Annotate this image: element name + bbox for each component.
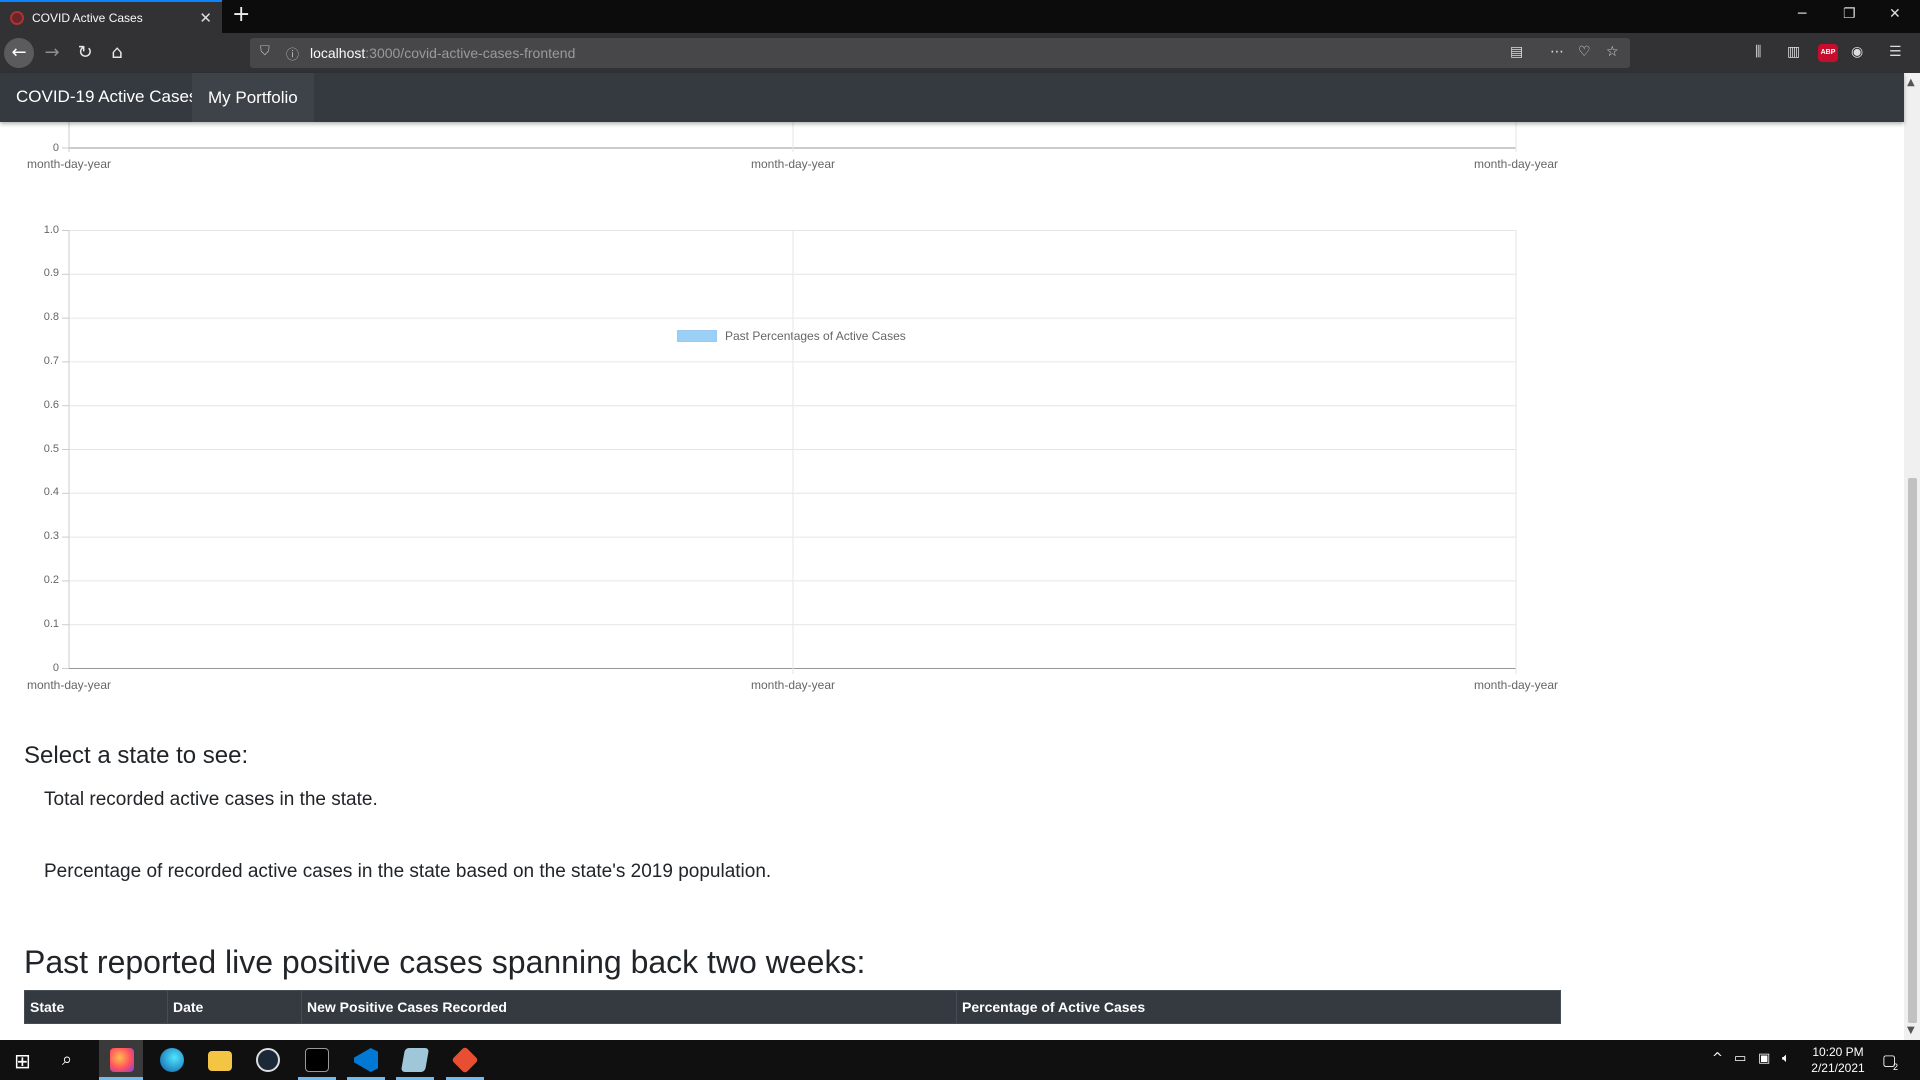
scroll-up-icon[interactable]: ▲ bbox=[1907, 77, 1915, 88]
tab-title: COVID Active Cases bbox=[32, 10, 143, 25]
page-content: 0 month-day-year month-day-year month-da… bbox=[0, 122, 1904, 1040]
pocket-icon[interactable]: ♡ bbox=[1578, 44, 1591, 60]
vscode-icon[interactable] bbox=[354, 1048, 378, 1072]
column-header-state[interactable]: State bbox=[25, 991, 168, 1023]
back-button[interactable]: ← bbox=[4, 38, 34, 68]
table-header-row: State Date New Positive Cases Recorded P… bbox=[24, 990, 1561, 1024]
x-tick-label: month-day-year bbox=[1473, 678, 1559, 692]
volume-icon[interactable]: 🔈︎ bbox=[1782, 1051, 1790, 1066]
bookmark-star-icon[interactable]: ☆ bbox=[1606, 44, 1619, 60]
percent-chart: Past Percentages of Active Cases 1.0 0.9 0… bbox=[0, 122, 1600, 722]
library-icon[interactable]: ⫼ bbox=[1755, 44, 1761, 60]
git-gui-icon[interactable] bbox=[451, 1046, 479, 1074]
page-actions-icon[interactable]: ⋯ bbox=[1550, 44, 1564, 60]
back-arrow-icon: ← bbox=[11, 42, 27, 63]
column-header-percentage[interactable]: Percentage of Active Cases bbox=[957, 991, 1560, 1023]
past-cases-heading: Past reported live positive cases spanni… bbox=[24, 944, 866, 980]
navbar-brand[interactable]: COVID-19 Active Cases bbox=[16, 87, 197, 107]
url-bar[interactable]: ⛉ ⓘ localhost:3000/covid-active-cases-fr… bbox=[250, 38, 1630, 68]
site-favicon-icon bbox=[10, 10, 24, 25]
notepad-icon[interactable] bbox=[400, 1048, 430, 1072]
reload-button[interactable]: ↻ bbox=[74, 42, 96, 64]
url-text[interactable]: localhost:3000/covid-active-cases-fronte… bbox=[310, 45, 575, 61]
column-header-date[interactable]: Date bbox=[168, 991, 302, 1023]
y-tick-label: 0.8 bbox=[43, 311, 59, 324]
windows-start-icon[interactable]: ⊞ bbox=[14, 1049, 31, 1073]
clock-time: 10:20 PM bbox=[1812, 1045, 1864, 1059]
site-navbar: COVID-19 Active Cases My Portfolio bbox=[0, 73, 1904, 122]
x-tick-label: month-day-year bbox=[26, 678, 112, 692]
y-tick-label: 0.7 bbox=[43, 354, 59, 367]
total-cases-text: Total recorded active cases in the state… bbox=[44, 789, 378, 810]
clock-date: 2/21/2021 bbox=[1811, 1061, 1865, 1075]
menu-icon[interactable]: ☰ bbox=[1889, 44, 1902, 60]
reload-icon: ↻ bbox=[77, 42, 93, 63]
restore-button[interactable]: ❐ bbox=[1843, 6, 1856, 22]
tray-chevron-icon[interactable]: ^ bbox=[1712, 1051, 1723, 1066]
select-state-heading: Select a state to see: bbox=[24, 742, 249, 769]
info-icon[interactable]: ⓘ bbox=[286, 44, 299, 63]
x-tick-label: month-day-year bbox=[750, 678, 836, 692]
edge-icon[interactable] bbox=[160, 1048, 184, 1072]
minimize-button[interactable]: ─ bbox=[1798, 6, 1806, 22]
shield-icon[interactable]: ⛉ bbox=[260, 44, 270, 59]
y-tick-label: 0.1 bbox=[43, 617, 59, 630]
windows-taskbar: ⊞ ⌕ ^ ▭ ▣ 🔈︎ 10:20 PM 2/21/2021 ▢ 2 bbox=[0, 1040, 1920, 1080]
y-tick-label: 0.9 bbox=[43, 267, 59, 280]
percent-chart-svg bbox=[62, 230, 1517, 674]
page-scrollbar[interactable]: ▲ ▼ bbox=[1904, 73, 1920, 1040]
forward-button[interactable]: → bbox=[41, 42, 63, 64]
y-tick-label: 0.3 bbox=[43, 530, 59, 543]
file-explorer-icon[interactable] bbox=[208, 1051, 232, 1071]
percentage-text: Percentage of recorded active cases in t… bbox=[44, 861, 772, 882]
y-tick-label: 0 bbox=[52, 661, 59, 674]
close-window-button[interactable]: ✕ bbox=[1889, 6, 1901, 22]
y-tick-label: 0.4 bbox=[43, 486, 59, 499]
account-icon[interactable]: ◉ bbox=[1851, 44, 1863, 60]
taskbar-clock[interactable]: 10:20 PM 2/21/2021 bbox=[1802, 1044, 1874, 1076]
y-tick-label: 0.5 bbox=[43, 442, 59, 455]
browser-tab-bar: COVID Active Cases ✕ + ─ ❐ ✕ bbox=[0, 0, 1920, 33]
y-tick-label: 1.0 bbox=[43, 223, 59, 236]
notification-count: 2 bbox=[1893, 1062, 1899, 1072]
home-button[interactable]: ⌂ bbox=[106, 42, 128, 64]
steam-icon[interactable] bbox=[256, 1048, 280, 1072]
scrollbar-thumb[interactable] bbox=[1908, 478, 1917, 1023]
firefox-icon[interactable] bbox=[110, 1048, 134, 1072]
network-icon[interactable]: ▭ bbox=[1734, 1051, 1746, 1066]
url-host: localhost bbox=[310, 45, 366, 61]
reader-view-icon[interactable]: ▤ bbox=[1510, 44, 1523, 60]
home-icon: ⌂ bbox=[111, 42, 123, 63]
terminal-icon[interactable] bbox=[305, 1048, 329, 1072]
y-tick-label: 0.6 bbox=[43, 398, 59, 411]
nav-link-portfolio[interactable]: My Portfolio bbox=[192, 73, 314, 122]
browser-toolbar: ← → ↻ ⌂ ⛉ ⓘ localhost:3000/covid-active-… bbox=[0, 33, 1920, 73]
sidebar-icon[interactable]: ▥ bbox=[1787, 44, 1800, 60]
scroll-down-icon[interactable]: ▼ bbox=[1907, 1025, 1915, 1036]
tab-close-icon[interactable]: ✕ bbox=[199, 9, 212, 27]
new-tab-button[interactable]: + bbox=[232, 2, 250, 27]
search-icon[interactable]: ⌕ bbox=[62, 1049, 72, 1070]
y-tick-label: 0.2 bbox=[43, 573, 59, 586]
column-header-new-cases[interactable]: New Positive Cases Recorded bbox=[302, 991, 957, 1023]
device-icon[interactable]: ▣ bbox=[1758, 1051, 1770, 1066]
url-path: :3000/covid-active-cases-frontend bbox=[365, 45, 576, 61]
browser-tab[interactable]: COVID Active Cases ✕ bbox=[0, 0, 222, 33]
forward-arrow-icon: → bbox=[44, 42, 60, 63]
adblock-plus-icon[interactable]: ABP bbox=[1818, 44, 1838, 62]
